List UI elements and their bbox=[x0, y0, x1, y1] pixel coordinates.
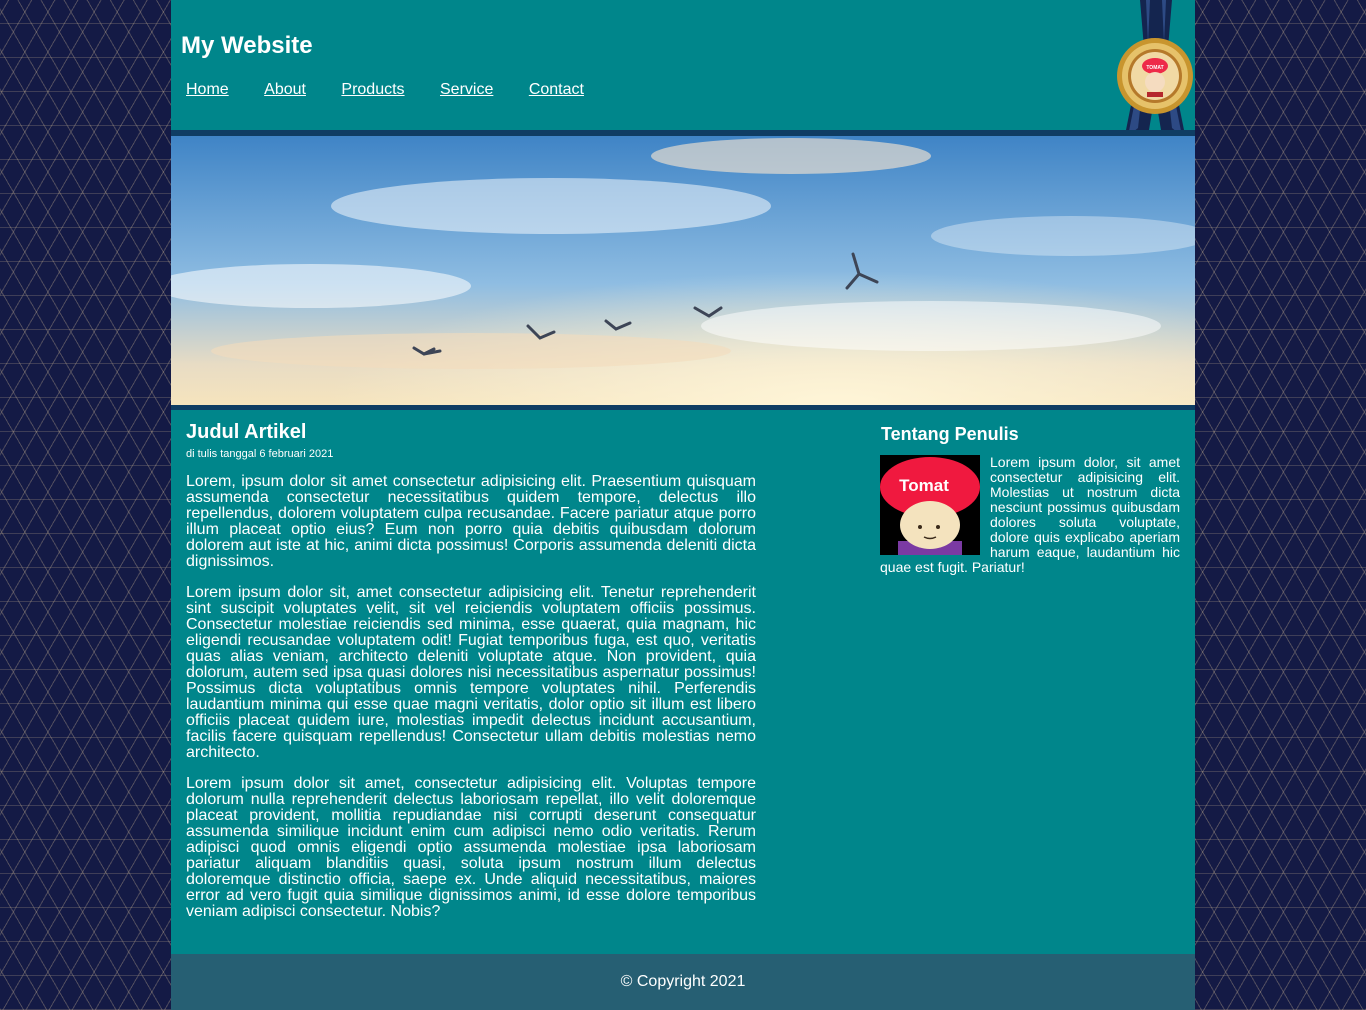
copyright-text: © Copyright 2021 bbox=[620, 973, 746, 990]
main-article: Judul Artikel di tulis tanggal 6 februar… bbox=[186, 421, 756, 935]
nav-link-home[interactable]: Home bbox=[186, 81, 229, 98]
article-paragraph: Lorem ipsum dolor sit, amet consectetur … bbox=[186, 584, 756, 761]
site-title: My Website bbox=[181, 32, 313, 59]
article-title: Judul Artikel bbox=[186, 421, 307, 443]
nav-link-about[interactable]: About bbox=[264, 81, 306, 98]
svg-text:Tomat: Tomat bbox=[899, 476, 949, 495]
hero-banner-image bbox=[171, 136, 1195, 405]
author-sidebar: Tentang Penulis Tomat Lorem ipsum dolor,… bbox=[880, 424, 1180, 575]
sidebar-title: Tentang Penulis bbox=[881, 424, 1019, 444]
site-footer: © Copyright 2021 bbox=[171, 954, 1195, 1010]
nav-link-service[interactable]: Service bbox=[440, 81, 493, 98]
svg-text:TOMAT: TOMAT bbox=[1146, 65, 1163, 71]
article-paragraph: Lorem ipsum dolor sit amet, consectetur … bbox=[186, 775, 756, 920]
nav-link-contact[interactable]: Contact bbox=[529, 81, 584, 98]
author-avatar: Tomat bbox=[880, 455, 980, 555]
medal-text: TOMAT bbox=[1146, 65, 1163, 71]
hero-divider bbox=[171, 405, 1195, 410]
site-header: My Website Home About Products Service C… bbox=[171, 0, 1195, 148]
nav-link-products[interactable]: Products bbox=[341, 81, 404, 98]
article-paragraph: Lorem, ipsum dolor sit amet consectetur … bbox=[186, 473, 756, 570]
avatar-label: Tomat bbox=[899, 476, 949, 495]
main-nav: Home About Products Service Contact bbox=[186, 81, 615, 99]
page-wrapper: My Website Home About Products Service C… bbox=[171, 0, 1195, 1010]
article-date: di tulis tanggal 6 februari 2021 bbox=[186, 448, 334, 460]
